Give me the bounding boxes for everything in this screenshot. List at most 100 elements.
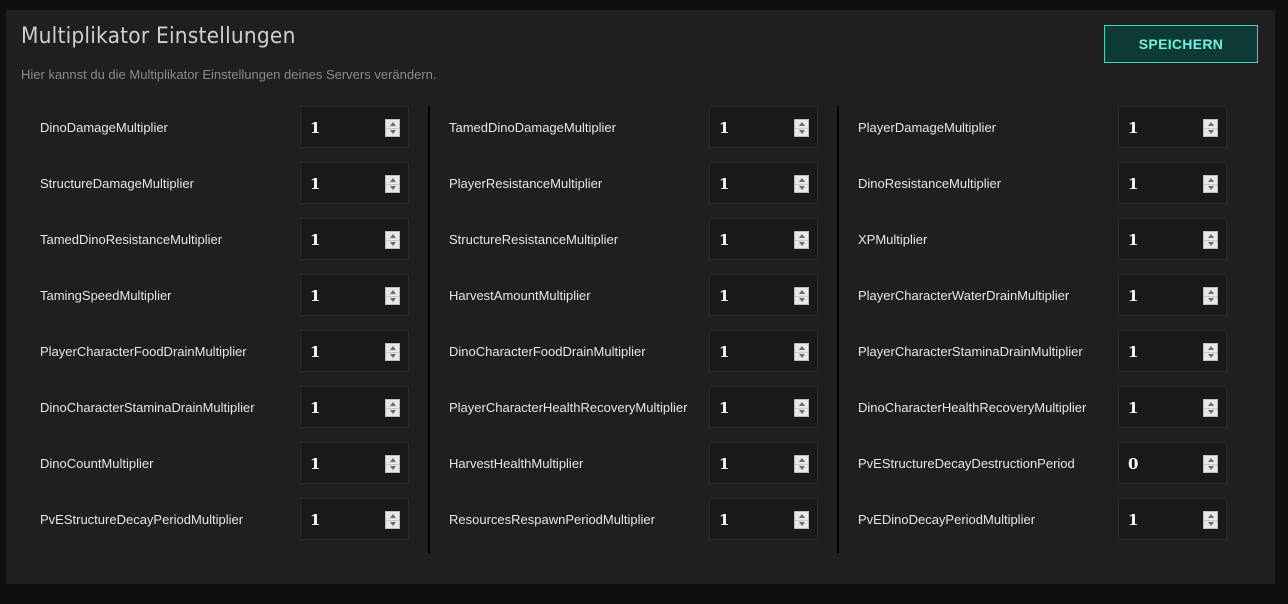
spinner-down-icon[interactable] xyxy=(795,296,808,304)
multiplier-number-input[interactable]: 1 xyxy=(300,442,409,484)
number-spinner[interactable] xyxy=(385,119,400,137)
number-spinner[interactable] xyxy=(1203,343,1218,361)
spinner-down-icon[interactable] xyxy=(386,296,399,304)
setting-row: TamedDinoDamageMultiplier 1 xyxy=(449,106,839,162)
multiplier-number-input[interactable]: 1 xyxy=(1118,274,1227,316)
spinner-down-icon[interactable] xyxy=(1204,352,1217,360)
multiplier-number-input[interactable]: 1 xyxy=(300,330,409,372)
number-spinner[interactable] xyxy=(1203,119,1218,137)
spinner-down-icon[interactable] xyxy=(1204,128,1217,136)
spinner-down-icon[interactable] xyxy=(795,352,808,360)
number-spinner[interactable] xyxy=(1203,287,1218,305)
settings-column-3: PlayerDamageMultiplier 1 DinoResistanceMul… xyxy=(858,106,1248,556)
number-spinner[interactable] xyxy=(794,231,809,249)
multiplier-value: 1 xyxy=(310,231,321,249)
number-spinner[interactable] xyxy=(1203,175,1218,193)
multiplier-value: 1 xyxy=(719,455,730,473)
spinner-down-icon[interactable] xyxy=(795,408,808,416)
multiplier-number-input[interactable]: 1 xyxy=(709,218,818,260)
setting-label: TamingSpeedMultiplier xyxy=(40,288,172,303)
multiplier-number-input[interactable]: 1 xyxy=(1118,330,1227,372)
number-spinner[interactable] xyxy=(794,343,809,361)
setting-row: PlayerDamageMultiplier 1 xyxy=(858,106,1248,162)
spinner-down-icon[interactable] xyxy=(386,464,399,472)
number-spinner[interactable] xyxy=(1203,231,1218,249)
multiplier-number-input[interactable]: 1 xyxy=(300,386,409,428)
multiplier-number-input[interactable]: 1 xyxy=(709,330,818,372)
multiplier-number-input[interactable]: 1 xyxy=(300,162,409,204)
number-spinner[interactable] xyxy=(385,455,400,473)
multiplier-number-input[interactable]: 1 xyxy=(709,162,818,204)
spinner-down-icon[interactable] xyxy=(386,128,399,136)
setting-row: PvEStructureDecayDestructionPeriod 0 xyxy=(858,442,1248,498)
spinner-down-icon[interactable] xyxy=(386,240,399,248)
spinner-down-icon[interactable] xyxy=(1204,184,1217,192)
spinner-down-icon[interactable] xyxy=(795,464,808,472)
multiplier-number-input[interactable]: 1 xyxy=(709,106,818,148)
multiplier-number-input[interactable]: 1 xyxy=(300,498,409,540)
multiplier-number-input[interactable]: 1 xyxy=(1118,386,1227,428)
multiplier-number-input[interactable]: 0 xyxy=(1118,442,1227,484)
page-subtitle: Hier kannst du die Multiplikator Einstel… xyxy=(21,67,437,82)
number-spinner[interactable] xyxy=(385,399,400,417)
multiplier-number-input[interactable]: 1 xyxy=(709,442,818,484)
multiplier-number-input[interactable]: 1 xyxy=(709,274,818,316)
number-spinner[interactable] xyxy=(794,119,809,137)
multiplier-number-input[interactable]: 1 xyxy=(300,218,409,260)
setting-row: PvEDinoDecayPeriodMultiplier 1 xyxy=(858,498,1248,554)
number-spinner[interactable] xyxy=(794,455,809,473)
spinner-down-icon[interactable] xyxy=(795,184,808,192)
spinner-down-icon[interactable] xyxy=(1204,520,1217,528)
multiplier-number-input[interactable]: 1 xyxy=(1118,218,1227,260)
multiplier-value: 0 xyxy=(1128,455,1139,473)
save-button[interactable]: SPEICHERN xyxy=(1104,25,1258,63)
setting-label: DinoDamageMultiplier xyxy=(40,120,168,135)
multiplier-value: 1 xyxy=(719,287,730,305)
spinner-down-icon[interactable] xyxy=(795,128,808,136)
number-spinner[interactable] xyxy=(385,343,400,361)
number-spinner[interactable] xyxy=(1203,399,1218,417)
number-spinner[interactable] xyxy=(1203,455,1218,473)
spinner-down-icon[interactable] xyxy=(386,408,399,416)
spinner-down-icon[interactable] xyxy=(1204,464,1217,472)
setting-label: DinoResistanceMultiplier xyxy=(858,176,1002,191)
setting-row: PlayerCharacterHealthRecoveryMultiplier 1 xyxy=(449,386,839,442)
setting-row: PlayerCharacterFoodDrainMultiplier 1 xyxy=(40,330,430,386)
multiplier-number-input[interactable]: 1 xyxy=(1118,498,1227,540)
multiplier-columns: DinoDamageMultiplier 1 StructureDamageMult… xyxy=(6,106,1275,556)
setting-row: TamingSpeedMultiplier 1 xyxy=(40,274,430,330)
setting-row: PlayerCharacterStaminaDrainMultiplier 1 xyxy=(858,330,1248,386)
setting-row: DinoResistanceMultiplier 1 xyxy=(858,162,1248,218)
number-spinner[interactable] xyxy=(794,175,809,193)
setting-row: ResourcesRespawnPeriodMultiplier 1 xyxy=(449,498,839,554)
spinner-down-icon[interactable] xyxy=(386,520,399,528)
number-spinner[interactable] xyxy=(794,399,809,417)
multiplier-value: 1 xyxy=(1128,119,1139,137)
setting-row: DinoCharacterHealthRecoveryMultiplier 1 xyxy=(858,386,1248,442)
number-spinner[interactable] xyxy=(385,175,400,193)
number-spinner[interactable] xyxy=(794,287,809,305)
multiplier-number-input[interactable]: 1 xyxy=(1118,162,1227,204)
spinner-down-icon[interactable] xyxy=(1204,296,1217,304)
multiplier-number-input[interactable]: 1 xyxy=(300,106,409,148)
setting-label: XPMultiplier xyxy=(858,232,928,247)
spinner-down-icon[interactable] xyxy=(386,352,399,360)
spinner-down-icon[interactable] xyxy=(1204,240,1217,248)
multiplier-number-input[interactable]: 1 xyxy=(1118,106,1227,148)
number-spinner[interactable] xyxy=(385,511,400,529)
spinner-down-icon[interactable] xyxy=(1204,408,1217,416)
setting-label: PvEStructureDecayPeriodMultiplier xyxy=(40,512,244,527)
spinner-down-icon[interactable] xyxy=(795,520,808,528)
multiplier-number-input[interactable]: 1 xyxy=(709,386,818,428)
number-spinner[interactable] xyxy=(794,511,809,529)
setting-label: DinoCharacterHealthRecoveryMultiplier xyxy=(858,400,1087,415)
number-spinner[interactable] xyxy=(385,287,400,305)
multiplier-number-input[interactable]: 1 xyxy=(709,498,818,540)
setting-row: HarvestAmountMultiplier 1 xyxy=(449,274,839,330)
spinner-down-icon[interactable] xyxy=(386,184,399,192)
setting-row: PvEStructureDecayPeriodMultiplier 1 xyxy=(40,498,430,554)
number-spinner[interactable] xyxy=(1203,511,1218,529)
multiplier-number-input[interactable]: 1 xyxy=(300,274,409,316)
number-spinner[interactable] xyxy=(385,231,400,249)
spinner-down-icon[interactable] xyxy=(795,240,808,248)
